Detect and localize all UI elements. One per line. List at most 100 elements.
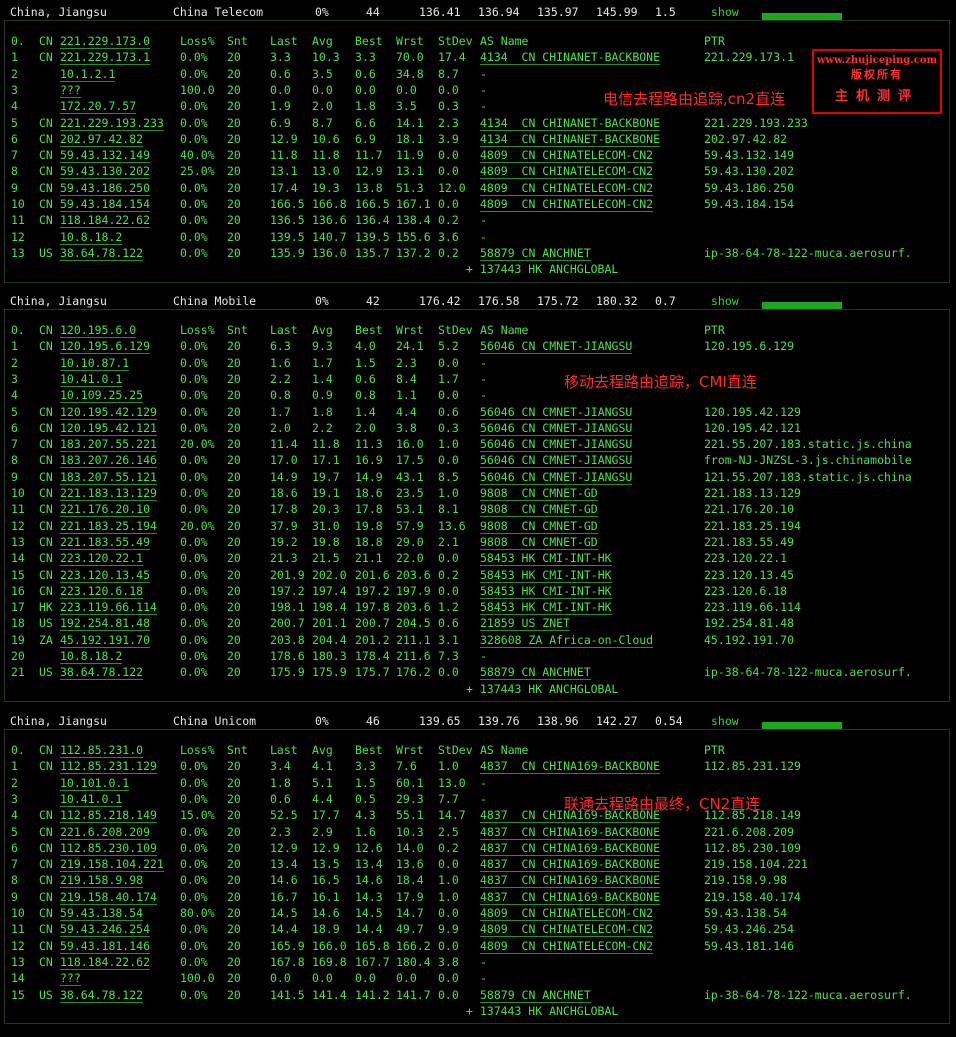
trace-hop-row: 12 10.8.18.2 0.0% 20 139.5 140.7 139.5 155.6 3.6… [5,230,949,246]
hop-best: 0.6 [355,66,376,81]
hop-as: 58453 HK CMI-INT-HK [480,551,612,567]
hop-cc: US [39,245,53,260]
hop-hop: 14 [11,551,25,566]
hop-last: 178.6 [270,649,305,663]
show-link[interactable]: show [711,294,739,308]
hop-last: 1.8 [270,775,291,790]
hop-last: 11.4 [270,437,298,452]
hop-as: 328608 ZA Africa-on-Cloud [480,632,654,648]
hop-wrst: 1.1 [396,388,417,403]
trace-hop-row: 15 CN 223.120.13.45 0.0% 20 201.9 202.0 201.6 20… [5,568,949,584]
hop-last: 167.8 [270,954,305,969]
hop-stdev: 0.0 [438,987,459,1002]
hop-last: 0.6 [270,791,291,806]
hop-wrst: 4.4 [396,404,417,419]
hop-avg: 13.0 [312,164,340,179]
hop-best: 14.4 [355,922,383,937]
trace-hop-row: 1 CN 221.229.173.1 0.0% 20 3.3 10.3 3.3 70.0 17.4… [5,50,949,66]
hop-as: 58453 HK CMI-INT-HK [480,567,612,583]
hop-best: 14.9 [355,469,383,484]
hop-snt: 20 [227,131,241,146]
header-avg: Avg [312,323,333,337]
hop-ptr: 112.85.230.109 [704,840,801,855]
hop-cc: CN [39,164,53,179]
trace-hop-row: 19 ZA 45.192.191.70 0.0% 20 203.8 204.4 201.2 21… [5,633,949,649]
hop-snt: 20 [227,502,241,517]
hop-best: 2.0 [355,420,376,435]
hop-ip: 112.85.231.129 [60,759,157,775]
hop-as: - [480,99,487,114]
hop-ip: 219.158.40.174 [60,889,157,905]
hop-hop: 15 [11,567,25,582]
hop-ip: 223.120.6.18 [60,583,144,599]
trace-hop-row: 7 CN 59.43.132.149 40.0% 20 11.8 11.8 11.7 11.9 0… [5,148,949,164]
hop-as: 4809 CN CHINATELECOM-CN2 [480,148,654,164]
hop-last: 198.1 [270,600,305,615]
hop-wrst: 203.6 [396,600,431,615]
hop-cc: CN [39,486,53,500]
hop-ip: 38.64.78.122 [60,245,144,261]
hop-stdev: 0.0 [438,197,459,211]
hop-avg: 19.7 [312,469,340,484]
hop-avg: 14.6 [312,906,340,920]
hop-loss: 0.0% [180,404,208,419]
hop-stdev: 0.0 [438,971,459,986]
hop-as: 4837 CN CHINA169-BACKBONE [480,824,661,840]
trace-hop-row: 7 CN 219.158.104.221 0.0% 20 13.4 13.5 13.4 13.6… [5,857,949,873]
hop-wrst: 211.1 [396,632,431,647]
header-hop: 0. [11,743,25,757]
hop-loss: 0.0% [180,616,208,631]
trace-hop-row: 18 US 192.254.81.48 0.0% 20 200.7 201.1 200.7 20… [5,616,949,632]
hop-hop: 16 [11,583,25,598]
hop-ptr: 59.43.186.250 [704,180,795,195]
hop-avg: 17.1 [312,453,340,468]
hop-ip: 112.85.230.109 [60,840,157,856]
hop-last: 1.9 [270,99,291,114]
hop-hop: 12 [11,518,25,533]
hop-snt: 20 [227,229,241,244]
show-link[interactable]: show [711,5,739,19]
hop-last: 17.8 [270,502,298,517]
hop-wrst: 13.6 [396,857,424,872]
hop-ptr: 59.43.138.54 [704,906,788,920]
hop-hop: 7 [11,437,18,452]
header-as: AS Name [480,323,529,337]
hop-ptr: 219.158.104.221 [704,857,808,872]
hop-hop: 13 [11,954,25,969]
hop-hop: 1 [11,759,18,774]
hop-stdev: 7.7 [438,791,459,806]
hop-ptr: 219.158.40.174 [704,889,801,904]
hop-last: 135.9 [270,245,305,260]
hop-avg: 16.1 [312,889,340,904]
hop-as: - [480,355,487,370]
hop-ip: 10.1.2.1 [60,66,116,82]
hop-as: 58879 CN ANCHNET [480,245,591,261]
hop-hop: 11 [11,502,25,517]
hop-loss: 0.0% [180,469,208,484]
hop-wrst: 23.5 [396,486,424,500]
hop-hop: 4 [11,388,18,403]
hop-avg: 16.5 [312,873,340,888]
hop-ptr: 59.43.184.154 [704,197,795,211]
route-annotation: 电信去程路由追踪,cn2直连 [603,90,786,108]
extra-as: + 137443 HK ANCHGLOBAL [466,262,619,277]
hop-as: - [480,371,487,386]
hop-best: 18.6 [355,486,383,500]
hop-cc: CN [39,551,53,566]
hop-cc: US [39,665,53,680]
trace-hop-row: 2 10.101.0.1 0.0% 20 1.8 5.1 1.5 60.1 13.0- [5,776,949,792]
summary-last: 176.42 [419,294,461,308]
hop-stdev: 5.2 [438,339,459,354]
hop-avg: 2.2 [312,420,333,435]
hop-avg: 1.7 [312,355,333,370]
hop-best: 3.3 [355,50,376,65]
hop-wrst: 43.1 [396,469,424,484]
hop-avg: 4.1 [312,759,333,774]
hop-as: 56046 CN CMNET-JIANGSU [480,453,633,469]
hop-as: - [480,388,487,403]
hop-loss: 0.0% [180,213,208,228]
hop-snt: 20 [227,857,241,872]
hop-avg: 0.0 [312,971,333,986]
hop-snt: 20 [227,66,241,81]
show-link[interactable]: show [711,714,739,728]
